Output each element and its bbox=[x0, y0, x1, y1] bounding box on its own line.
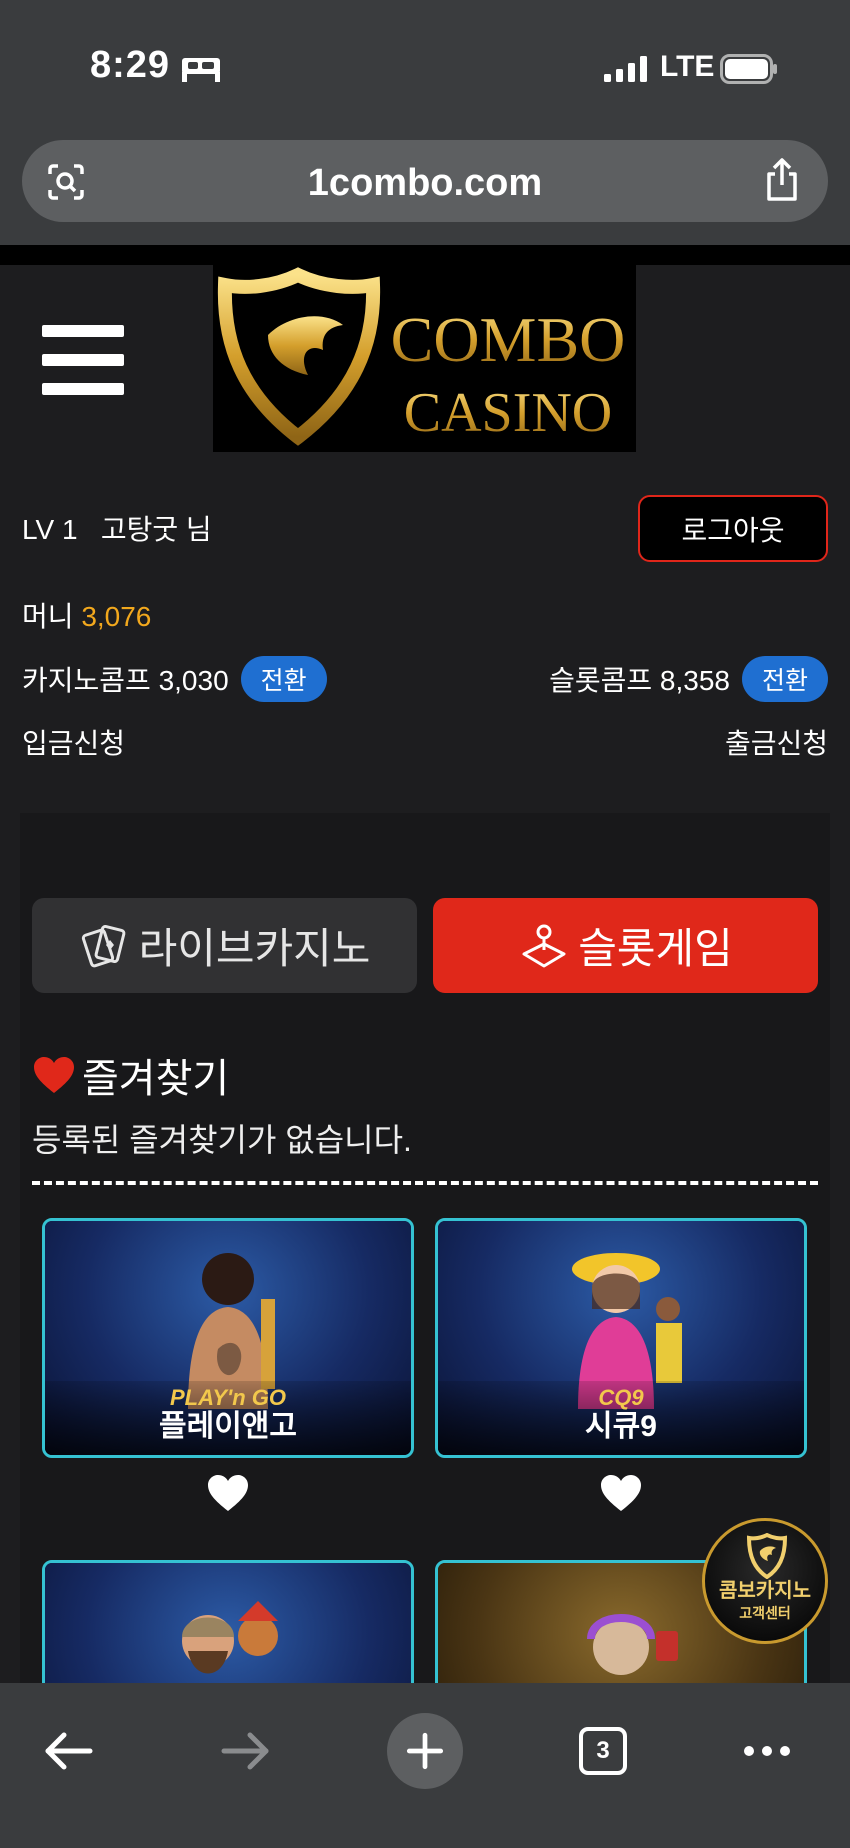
favorites-empty-message: 등록된 즐겨찾기가 없습니다. bbox=[32, 1122, 412, 1158]
logout-button[interactable]: 로그아웃 bbox=[638, 495, 828, 562]
heart-icon bbox=[34, 1057, 74, 1093]
bed-icon bbox=[182, 58, 220, 82]
user-name: 고탕굿 님 bbox=[100, 514, 212, 545]
tab-slot-game-label: 슬롯게임 bbox=[578, 925, 733, 972]
user-info: LV 1 고탕굿 님 bbox=[22, 508, 212, 548]
url-text[interactable]: 1combo.com bbox=[22, 162, 828, 205]
browser-address-area: 1combo.com bbox=[0, 130, 850, 245]
tabs-button[interactable]: 3 bbox=[563, 1711, 643, 1791]
network-label: LTE bbox=[660, 50, 715, 83]
combo-casino-logo[interactable]: COMBO CASINO bbox=[213, 265, 636, 452]
favorites-title: 즐겨찾기 bbox=[82, 1057, 230, 1101]
arrow-right-icon bbox=[221, 1732, 269, 1770]
logo-word-casino: CASINO bbox=[404, 382, 612, 444]
casino-comp-row: 카지노콤프 3,030 전환 bbox=[22, 656, 327, 702]
money-row: 머니 3,076 bbox=[22, 595, 151, 635]
user-level: LV 1 bbox=[22, 514, 78, 545]
forward-button[interactable] bbox=[206, 1711, 286, 1791]
signal-icon bbox=[604, 56, 647, 82]
status-time: 8:29 bbox=[90, 44, 171, 86]
support-badge-subtitle: 고객센터 bbox=[739, 1605, 791, 1621]
slot-comp-convert-button[interactable]: 전환 bbox=[741, 656, 828, 702]
address-bar[interactable]: 1combo.com bbox=[22, 140, 828, 222]
new-tab-button[interactable] bbox=[385, 1711, 465, 1791]
game-title: 플레이앤고 bbox=[159, 1410, 297, 1443]
tab-count: 3 bbox=[579, 1727, 627, 1775]
more-dots-icon bbox=[744, 1746, 790, 1756]
slot-comp-label: 슬롯콤프 8,358 bbox=[549, 665, 730, 696]
cards-icon bbox=[81, 924, 125, 967]
casino-comp-convert-button[interactable]: 전환 bbox=[240, 656, 327, 702]
back-button[interactable] bbox=[28, 1711, 108, 1791]
tab-slot-game[interactable]: 슬롯게임 bbox=[433, 898, 818, 993]
favorite-heart-icon[interactable] bbox=[599, 1473, 643, 1513]
dashed-divider bbox=[32, 1181, 818, 1185]
game-title: 시큐9 bbox=[585, 1410, 657, 1443]
deposit-request-link[interactable]: 입금신청 bbox=[22, 722, 125, 762]
logo-word-combo: COMBO bbox=[391, 304, 626, 375]
joystick-icon bbox=[522, 924, 566, 967]
battery-icon bbox=[720, 54, 777, 84]
browser-toolbar: 3 bbox=[0, 1683, 850, 1848]
site-header: COMBO CASINO bbox=[0, 265, 850, 455]
money-value: 3,076 bbox=[81, 601, 152, 632]
favorites-heading: 즐겨찾기 bbox=[32, 1046, 229, 1104]
status-bar: 8:29 LTE bbox=[0, 0, 850, 130]
favorite-heart-icon[interactable] bbox=[206, 1473, 250, 1513]
arrow-left-icon bbox=[45, 1732, 93, 1770]
tab-live-casino-label: 라이브카지노 bbox=[138, 925, 371, 972]
share-icon[interactable] bbox=[762, 158, 802, 202]
casino-comp-label: 카지노콤프 3,030 bbox=[22, 665, 229, 696]
slot-comp-row: 슬롯콤프 8,358 전환 bbox=[549, 656, 828, 702]
more-options-button[interactable] bbox=[727, 1711, 807, 1791]
withdraw-request-link[interactable]: 출금신청 bbox=[725, 722, 828, 762]
plus-icon bbox=[387, 1713, 463, 1789]
tab-live-casino[interactable]: 라이브카지노 bbox=[32, 898, 417, 993]
game-card-cq9[interactable]: CQ9 시큐9 bbox=[435, 1218, 807, 1458]
shield-logo-icon bbox=[747, 1533, 787, 1579]
customer-service-badge[interactable]: 콤보카지노 고객센터 bbox=[702, 1518, 828, 1644]
game-card-playngo[interactable]: PLAY'n GO 플레이앤고 bbox=[42, 1218, 414, 1458]
hamburger-menu-icon[interactable] bbox=[42, 325, 124, 395]
money-label: 머니 bbox=[22, 601, 74, 632]
divider bbox=[0, 245, 850, 265]
